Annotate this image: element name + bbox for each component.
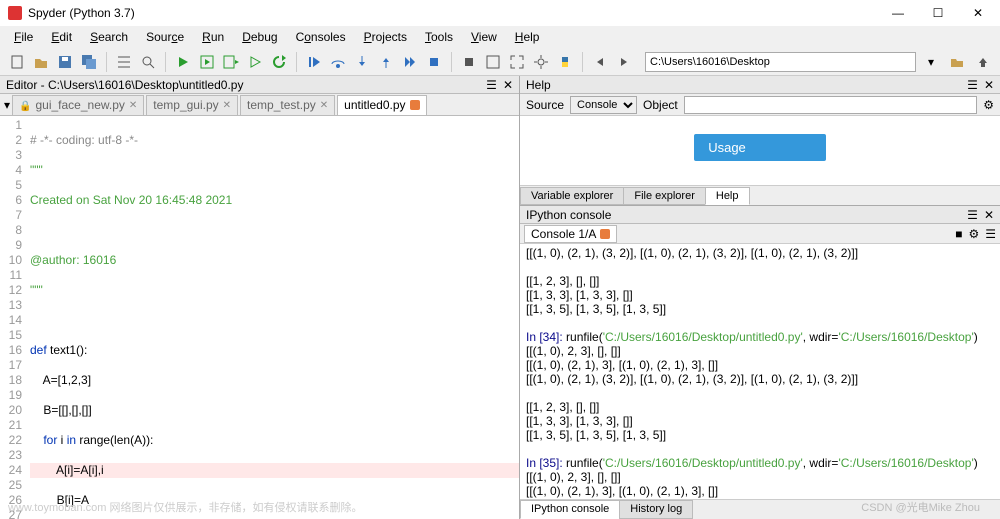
new-file-icon[interactable] [6, 51, 28, 73]
help-bottom-tabs: Variable explorer File explorer Help [520, 185, 1000, 205]
editor-tab-untitled0[interactable]: untitled0.py [337, 95, 426, 115]
titlebar: Spyder (Python 3.7) — ☐ ✕ [0, 0, 1000, 26]
menubar: File Edit Search Source Run Debug Consol… [0, 26, 1000, 48]
stop-debug-icon[interactable] [423, 51, 445, 73]
continue-icon[interactable] [399, 51, 421, 73]
outline-icon[interactable] [113, 51, 135, 73]
help-pane: Help ☰ ✕ Source Console Object ⚙ Usage V… [520, 76, 1000, 206]
back-icon[interactable] [589, 51, 611, 73]
editor-header-label: Editor - C:\Users\16016\Desktop\untitled… [6, 78, 243, 92]
console-tab-label: Console 1/A [531, 227, 596, 241]
tab-label: temp_gui.py [153, 98, 218, 112]
python-path-icon[interactable] [554, 51, 576, 73]
run-cell-icon[interactable] [196, 51, 218, 73]
tab-label: temp_test.py [247, 98, 316, 112]
fullscreen-icon[interactable] [506, 51, 528, 73]
path-dropdown-icon[interactable]: ▾ [920, 51, 942, 73]
tab-variable-explorer[interactable]: Variable explorer [520, 187, 624, 205]
working-dir-input[interactable] [645, 52, 916, 72]
help-source-select[interactable]: Console [570, 96, 637, 114]
editor-tab-temp-gui[interactable]: temp_gui.py ✕ [146, 95, 238, 115]
code-body[interactable]: # -*- coding: utf-8 -*- """ Created on S… [26, 116, 519, 519]
menu-edit[interactable]: Edit [43, 28, 80, 46]
tab-label: gui_face_new.py [35, 98, 124, 112]
help-object-label: Object [643, 98, 678, 112]
save-all-icon[interactable] [78, 51, 100, 73]
tab-help[interactable]: Help [705, 187, 750, 205]
console-output[interactable]: [[(1, 0), (2, 1), (3, 2)], [(1, 0), (2, … [520, 244, 1000, 499]
menu-tools[interactable]: Tools [417, 28, 461, 46]
help-source-label: Source [526, 98, 564, 112]
help-gear-icon[interactable]: ⚙ [983, 98, 994, 112]
spyder-icon [8, 6, 22, 20]
open-file-icon[interactable] [30, 51, 52, 73]
step-into-icon[interactable] [351, 51, 373, 73]
help-header-label: Help [526, 78, 551, 92]
step-over-icon[interactable] [327, 51, 349, 73]
stop-icon[interactable] [458, 51, 480, 73]
tab-history-log[interactable]: History log [619, 500, 693, 519]
step-out-icon[interactable] [375, 51, 397, 73]
menu-help[interactable]: Help [507, 28, 548, 46]
close-tab-icon[interactable]: ✕ [129, 100, 137, 111]
save-icon[interactable] [54, 51, 76, 73]
console-tab-close-icon[interactable] [600, 229, 610, 239]
console-bottom-tabs: IPython console History log [520, 499, 1000, 519]
maximize-button[interactable]: ☐ [924, 6, 952, 20]
menu-run[interactable]: Run [194, 28, 232, 46]
maximize-pane-icon[interactable] [482, 51, 504, 73]
usage-heading: Usage [694, 134, 826, 161]
forward-icon[interactable] [613, 51, 635, 73]
console-interrupt-icon[interactable]: ■ [955, 227, 962, 241]
ipython-console-pane: IPython console ☰ ✕ Console 1/A ■ ⚙ ☰ [[… [520, 206, 1000, 519]
help-close-icon[interactable]: ✕ [984, 78, 994, 92]
menu-search[interactable]: Search [82, 28, 136, 46]
help-options-icon[interactable]: ☰ [967, 78, 978, 92]
editor-options-icon[interactable]: ☰ [486, 78, 497, 92]
tab-label: untitled0.py [344, 98, 405, 112]
tab-file-explorer[interactable]: File explorer [623, 187, 706, 205]
editor-close-icon[interactable]: ✕ [503, 78, 513, 92]
browse-folder-icon[interactable] [946, 51, 968, 73]
editor-pane: Editor - C:\Users\16016\Desktop\untitled… [0, 76, 520, 519]
menu-debug[interactable]: Debug [234, 28, 285, 46]
menu-source[interactable]: Source [138, 28, 192, 46]
window-title: Spyder (Python 3.7) [28, 6, 135, 20]
lock-icon [19, 98, 31, 112]
tab-ipython-console[interactable]: IPython console [520, 500, 620, 519]
minimize-button[interactable]: — [884, 6, 912, 20]
console-menu-icon[interactable]: ☰ [985, 227, 996, 241]
run-icon[interactable] [172, 51, 194, 73]
preferences-icon[interactable] [530, 51, 552, 73]
rerun-icon[interactable] [268, 51, 290, 73]
ipython-header-label: IPython console [526, 208, 611, 222]
close-tab-icon[interactable]: ✕ [223, 100, 231, 111]
help-body: Usage [520, 116, 1000, 185]
console-tab-1a[interactable]: Console 1/A [524, 225, 617, 243]
editor-tab-gui-face-new[interactable]: gui_face_new.py ✕ [12, 95, 144, 115]
menu-consoles[interactable]: Consoles [288, 28, 354, 46]
tab-list-icon[interactable]: ▾ [4, 98, 10, 112]
run-cell-advance-icon[interactable] [220, 51, 242, 73]
console-options-icon[interactable]: ☰ [967, 208, 978, 222]
menu-file[interactable]: File [6, 28, 41, 46]
find-icon[interactable] [137, 51, 159, 73]
editor-tab-temp-test[interactable]: temp_test.py ✕ [240, 95, 335, 115]
parent-dir-icon[interactable] [972, 51, 994, 73]
run-selection-icon[interactable] [244, 51, 266, 73]
console-gear-icon[interactable]: ⚙ [968, 227, 979, 241]
editor-tabs: ▾ gui_face_new.py ✕ temp_gui.py ✕ temp_t… [0, 94, 519, 116]
modified-indicator-icon[interactable] [410, 100, 420, 110]
toolbar: ▾ [0, 48, 1000, 76]
menu-projects[interactable]: Projects [356, 28, 415, 46]
menu-view[interactable]: View [463, 28, 505, 46]
close-tab-icon[interactable]: ✕ [320, 100, 328, 111]
debug-icon[interactable] [303, 51, 325, 73]
console-close-icon[interactable]: ✕ [984, 208, 994, 222]
code-editor[interactable]: 1234567891011121314151617181920212223242… [0, 116, 519, 519]
line-gutter: 1234567891011121314151617181920212223242… [0, 116, 26, 519]
close-button[interactable]: ✕ [964, 6, 992, 20]
help-object-input[interactable] [684, 96, 978, 114]
